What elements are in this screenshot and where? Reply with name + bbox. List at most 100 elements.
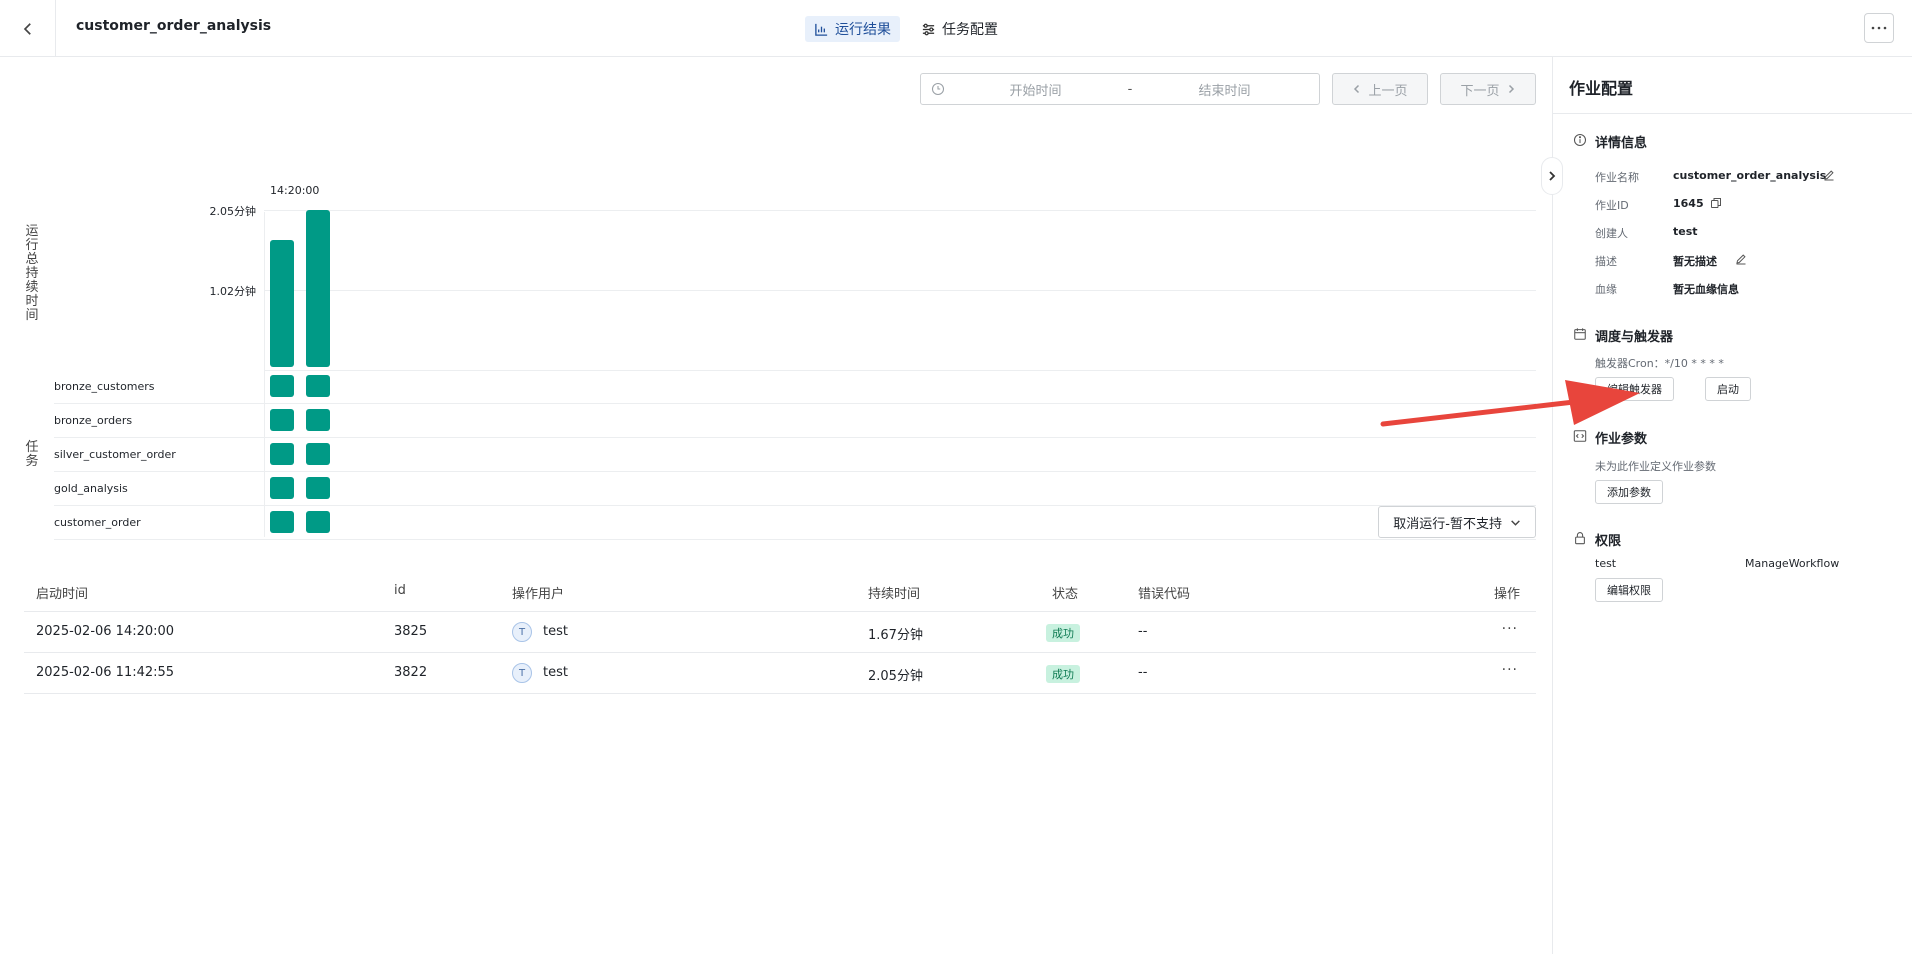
chevron-right-icon bbox=[1508, 84, 1514, 94]
edit-icon[interactable] bbox=[1735, 253, 1747, 265]
status-badge: 成功 bbox=[1046, 665, 1080, 683]
date-separator: - bbox=[1127, 81, 1133, 97]
job-id-value: 1645 bbox=[1673, 197, 1704, 210]
cancel-run-dropdown[interactable]: 取消运行-暂不支持 bbox=[1378, 506, 1536, 538]
start-time-input[interactable]: 开始时间 bbox=[951, 80, 1120, 99]
next-page-label: 下一页 bbox=[1460, 83, 1500, 99]
task-status-cell[interactable] bbox=[270, 409, 294, 431]
cell-start-time: 2025-02-06 14:20:00 bbox=[36, 624, 175, 639]
task-status-cell[interactable] bbox=[306, 443, 330, 465]
clock-icon bbox=[931, 82, 945, 96]
lock-icon bbox=[1575, 532, 1585, 545]
edit-icon[interactable] bbox=[1823, 169, 1835, 181]
permission-user: test bbox=[1595, 557, 1617, 570]
column-header-status: 状态 bbox=[1052, 587, 1079, 602]
panel-title: 作业配置 bbox=[1569, 79, 1634, 98]
row-actions-button[interactable]: ··· bbox=[1502, 621, 1518, 637]
table-row[interactable]: 2025-02-06 14:20:00 3825 T test 1.67分钟 成… bbox=[24, 612, 1536, 653]
avatar: T bbox=[512, 622, 532, 642]
task-name: customer_order bbox=[54, 516, 141, 529]
ellipsis-icon bbox=[1871, 26, 1887, 30]
params-section-title: 作业参数 bbox=[1595, 432, 1648, 447]
task-row: customer_order bbox=[54, 506, 1536, 540]
description-label: 描述 bbox=[1595, 255, 1617, 268]
collapse-panel-button[interactable] bbox=[1541, 157, 1563, 195]
cell-user: test bbox=[543, 665, 568, 680]
task-status-cell[interactable] bbox=[270, 511, 294, 533]
sliders-icon bbox=[922, 23, 935, 35]
lineage-value: 暂无血缘信息 bbox=[1673, 283, 1739, 296]
cell-id: 3822 bbox=[394, 665, 428, 680]
grid-line bbox=[264, 210, 1536, 211]
task-status-cell[interactable] bbox=[270, 477, 294, 499]
tab-task-config-label: 任务配置 bbox=[942, 22, 998, 38]
task-status-cell[interactable] bbox=[270, 443, 294, 465]
run-history-table: 启动时间 id 操作用户 持续时间 状态 错误代码 操作 2025-02-06 … bbox=[24, 571, 1536, 694]
creator-value: test bbox=[1673, 225, 1698, 238]
job-name-value: customer_order_analysis bbox=[1673, 169, 1827, 182]
status-badge: 成功 bbox=[1046, 624, 1080, 642]
task-name: bronze_customers bbox=[54, 380, 155, 393]
info-icon bbox=[1573, 133, 1587, 147]
tab-task-config[interactable]: 任务配置 bbox=[912, 16, 1007, 42]
divider bbox=[1553, 113, 1912, 114]
grid-line bbox=[264, 290, 1536, 291]
schedule-section-title: 调度与触发器 bbox=[1595, 330, 1674, 345]
lineage-label: 血缘 bbox=[1595, 283, 1617, 296]
edit-permissions-button[interactable]: 编辑权限 bbox=[1595, 578, 1663, 602]
y-tick-label: 1.02分钟 bbox=[209, 285, 257, 298]
task-axis-title: 任务 bbox=[25, 440, 39, 469]
start-schedule-button[interactable]: 启动 bbox=[1705, 377, 1751, 401]
chevron-right-icon bbox=[1549, 171, 1556, 181]
cancel-run-label: 取消运行-暂不支持 bbox=[1393, 516, 1502, 532]
chevron-down-icon bbox=[1511, 519, 1520, 526]
y-axis-title: 运行总持续时间 bbox=[25, 224, 39, 323]
cron-text: 触发器Cron：*/10 * * * * bbox=[1595, 357, 1724, 370]
task-name: bronze_orders bbox=[54, 414, 133, 427]
task-status-cell[interactable] bbox=[306, 511, 330, 533]
duration-bar[interactable] bbox=[306, 210, 330, 367]
column-header-duration: 持续时间 bbox=[868, 587, 921, 602]
back-button[interactable] bbox=[0, 0, 56, 57]
copy-icon[interactable] bbox=[1710, 197, 1722, 209]
calendar-icon bbox=[1574, 328, 1586, 340]
job-config-panel: 作业配置 详情信息 作业名称 customer_order_analysis 作… bbox=[1552, 57, 1912, 954]
task-row: bronze_orders bbox=[54, 404, 1536, 438]
bar-chart-icon bbox=[815, 23, 828, 36]
page-title: customer_order_analysis bbox=[76, 18, 272, 34]
column-header-error-code: 错误代码 bbox=[1138, 587, 1191, 602]
run-time-label: 14:20:00 bbox=[270, 184, 320, 197]
run-toolbar: 开始时间 - 结束时间 上一页 下一页 bbox=[920, 73, 1536, 105]
task-row: silver_customer_order bbox=[54, 438, 1536, 472]
details-section-title: 详情信息 bbox=[1595, 136, 1648, 151]
row-actions-button[interactable]: ··· bbox=[1502, 662, 1518, 678]
column-header-id: id bbox=[394, 583, 406, 598]
chevron-left-icon bbox=[1354, 84, 1360, 94]
next-page-button[interactable]: 下一页 bbox=[1440, 73, 1536, 105]
prev-page-button[interactable]: 上一页 bbox=[1332, 73, 1428, 105]
task-name: silver_customer_order bbox=[54, 448, 176, 461]
task-name: gold_analysis bbox=[54, 482, 128, 495]
edit-trigger-button[interactable]: 编辑触发器 bbox=[1595, 377, 1674, 401]
permission-role: ManageWorkflow bbox=[1745, 557, 1840, 570]
table-header: 启动时间 id 操作用户 持续时间 状态 错误代码 操作 bbox=[24, 571, 1536, 612]
task-status-cell[interactable] bbox=[306, 477, 330, 499]
task-row: gold_analysis bbox=[54, 472, 1536, 506]
cell-error-code: -- bbox=[1138, 624, 1148, 639]
permissions-section-title: 权限 bbox=[1595, 534, 1622, 549]
duration-bar[interactable] bbox=[270, 239, 294, 367]
more-options-button[interactable] bbox=[1864, 13, 1894, 43]
task-status-cell[interactable] bbox=[270, 375, 294, 397]
date-range-picker[interactable]: 开始时间 - 结束时间 bbox=[920, 73, 1320, 105]
cell-id: 3825 bbox=[394, 624, 428, 639]
tab-run-results[interactable]: 运行结果 bbox=[805, 16, 900, 42]
description-value: 暂无描述 bbox=[1673, 255, 1717, 268]
task-status-cell[interactable] bbox=[306, 375, 330, 397]
view-tabs: 运行结果 任务配置 bbox=[805, 16, 1007, 42]
end-time-input[interactable]: 结束时间 bbox=[1140, 80, 1309, 99]
add-param-button[interactable]: 添加参数 bbox=[1595, 480, 1663, 504]
task-status-cell[interactable] bbox=[306, 409, 330, 431]
job-id-label: 作业ID bbox=[1595, 199, 1629, 212]
table-row[interactable]: 2025-02-06 11:42:55 3822 T test 2.05分钟 成… bbox=[24, 653, 1536, 694]
tab-run-results-label: 运行结果 bbox=[835, 22, 891, 38]
